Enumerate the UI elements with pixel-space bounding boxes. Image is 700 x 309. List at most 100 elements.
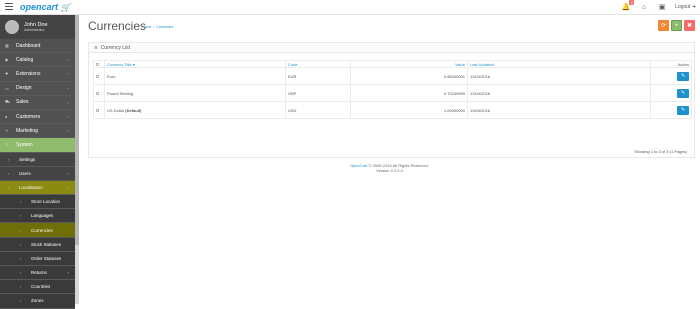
currency-title: US Dollar (107, 107, 125, 113)
sidebar-item-languages[interactable]: › Languages (0, 209, 75, 224)
column-label: Value (455, 61, 465, 67)
select-all-checkbox[interactable] (96, 62, 99, 66)
currency-updated-cell: 13/04/2016 (467, 67, 651, 85)
version-text: Version 2.2.0.0 (376, 168, 403, 173)
sidebar-item-settings[interactable]: › Settings (0, 153, 75, 167)
user-icon: ● (5, 114, 8, 120)
chevron-down-icon: ⌄ (65, 184, 69, 190)
panel-title: Currency List (100, 44, 131, 51)
sidebar-item-label: Dashboard (16, 42, 41, 49)
currency-value-cell: 0.70249999 (350, 84, 468, 102)
sidebar-item-label: Countries (31, 284, 51, 290)
refresh-button[interactable]: ⟳ (658, 20, 669, 31)
breadcrumb-home[interactable]: Home (142, 25, 151, 29)
home-icon[interactable]: ⌂ (639, 2, 649, 12)
refresh-icon: ⟳ (660, 23, 667, 29)
cart-icon: ⛟ (5, 99, 11, 105)
action-cell: ✎ (650, 84, 692, 102)
puzzle-icon: ✚ (5, 71, 9, 77)
sidebar-item-store-location[interactable]: › Store Location (0, 195, 75, 210)
sidebar-item-label: Currencies (31, 227, 53, 233)
cart-logo-icon: 🛒 (60, 3, 71, 12)
sort-asc-icon: ▾ (132, 61, 135, 67)
sidebar-item-currencies[interactable]: › Currencies (0, 223, 75, 238)
chevron-right-icon: › (67, 128, 69, 134)
edit-button[interactable]: ✎ (677, 88, 689, 98)
default-label: (Default) (125, 107, 142, 113)
delete-button[interactable]: ✖ (684, 20, 695, 31)
sidebar-item-extensions[interactable]: ✚ Extensions › (0, 67, 75, 82)
breadcrumb-separator: / (153, 25, 155, 29)
currency-updated-cell: 13/04/2016 (467, 84, 651, 102)
currency-code-cell: USD (285, 101, 351, 119)
sidebar-item-users[interactable]: › Users › (0, 167, 75, 181)
pencil-icon: ✎ (680, 90, 686, 96)
breadcrumb-current[interactable]: Currencies (156, 25, 173, 29)
notification-bell-icon[interactable]: 🔔 9 (621, 0, 635, 12)
panel-heading: ☰ Currency List (89, 43, 694, 53)
footer: OpenCart © 2009-2016 All Rights Reserved… (79, 163, 700, 173)
arrow-right-icon: › (20, 284, 22, 290)
sidebar-item-dashboard[interactable]: ▦ Dashboard (0, 39, 75, 54)
avatar (5, 20, 19, 34)
table-row: Euro EUR 0.88330001 13/04/2016 ✎ (93, 67, 692, 85)
arrow-right-icon: › (20, 255, 22, 261)
row-select-cell (93, 84, 105, 102)
sidebar-item-design[interactable]: ▭ Design › (0, 82, 75, 96)
edit-button[interactable]: ✎ (677, 71, 689, 81)
column-header-last-updated[interactable]: Last Updated (467, 60, 651, 68)
sidebar-item-label: Marketing (16, 127, 38, 134)
sidebar-item-label: Zones (31, 298, 44, 304)
arrow-right-icon: › (20, 241, 22, 247)
arrow-right-icon: › (20, 213, 22, 219)
store-icon[interactable]: ▣ (657, 2, 667, 12)
sidebar-item-zones[interactable]: › Zones (0, 294, 75, 309)
sidebar-item-countries[interactable]: › Countries (0, 280, 75, 295)
sidebar-item-label: Returns (31, 270, 47, 276)
sidebar-item-system[interactable]: ⚙ System ⌄ (0, 138, 75, 153)
sidebar-item-label: Customers (16, 113, 41, 120)
sidebar-item-catalog[interactable]: ◆ Catalog › (0, 53, 75, 68)
sidebar-item-stock-statuses[interactable]: › Stock Statuses (0, 237, 75, 252)
edit-button[interactable]: ✎ (677, 105, 689, 115)
chevron-down-icon: ⌄ (65, 142, 69, 148)
action-cell: ✎ (650, 101, 692, 119)
sidebar: John Doe Administrator ▦ Dashboard ◆ Catal… (0, 15, 75, 309)
column-label: Code (288, 61, 298, 67)
menu-toggle-icon[interactable] (5, 3, 13, 11)
system-submenu: › Settings › Users › › Localisation ⌄ (0, 152, 75, 196)
column-header-title[interactable]: Currency Title ▾ (104, 60, 286, 68)
column-header-code[interactable]: Code (285, 60, 351, 68)
table-row: US Dollar (Default) USD 1.00000000 13/04… (93, 101, 692, 119)
sidebar-item-customers[interactable]: ● Customers › (0, 110, 75, 125)
sidebar-item-returns[interactable]: › Returns › (0, 266, 75, 281)
user-profile[interactable]: John Doe Administrator (0, 15, 75, 39)
sidebar-item-label: Sales (16, 99, 29, 106)
currency-value-cell: 0.88330001 (350, 67, 468, 85)
top-header: opencart 🛒 🔔 9 ⌂ ▣ Logout ➜ (0, 0, 700, 15)
localisation-submenu: › Store Location › Languages › Currencies ›… (0, 195, 75, 309)
sidebar-item-order-statuses[interactable]: › Order Statuses (0, 251, 75, 266)
sidebar-item-marketing[interactable]: ≺ Marketing › (0, 124, 75, 139)
notification-badge: 9 (629, 0, 635, 5)
gear-icon: ⚙ (5, 142, 9, 148)
share-icon: ≺ (5, 128, 9, 134)
logo-text: opencart (20, 2, 59, 12)
sidebar-item-label: Order Statuses (31, 255, 62, 261)
add-button[interactable]: + (671, 20, 682, 31)
sidebar-item-localisation[interactable]: › Localisation ⌄ (0, 180, 75, 196)
pencil-icon: ✎ (680, 73, 686, 79)
opencart-logo[interactable]: opencart 🛒 (20, 2, 71, 12)
opencart-link[interactable]: OpenCart (350, 163, 367, 168)
logout-link[interactable]: Logout ➜ (675, 4, 696, 10)
sidebar-item-label: System (16, 141, 33, 148)
currency-table: Currency Title ▾ Code Value Last Updated… (93, 60, 692, 119)
column-header-value[interactable]: Value (350, 60, 468, 68)
row-checkbox[interactable] (96, 108, 99, 112)
row-checkbox[interactable] (96, 74, 99, 78)
sidebar-item-label: Settings (19, 156, 36, 162)
row-checkbox[interactable] (96, 91, 99, 95)
tag-icon: ◆ (5, 57, 9, 63)
sidebar-item-sales[interactable]: ⛟ Sales › (0, 96, 75, 110)
chevron-right-icon: › (67, 99, 69, 105)
